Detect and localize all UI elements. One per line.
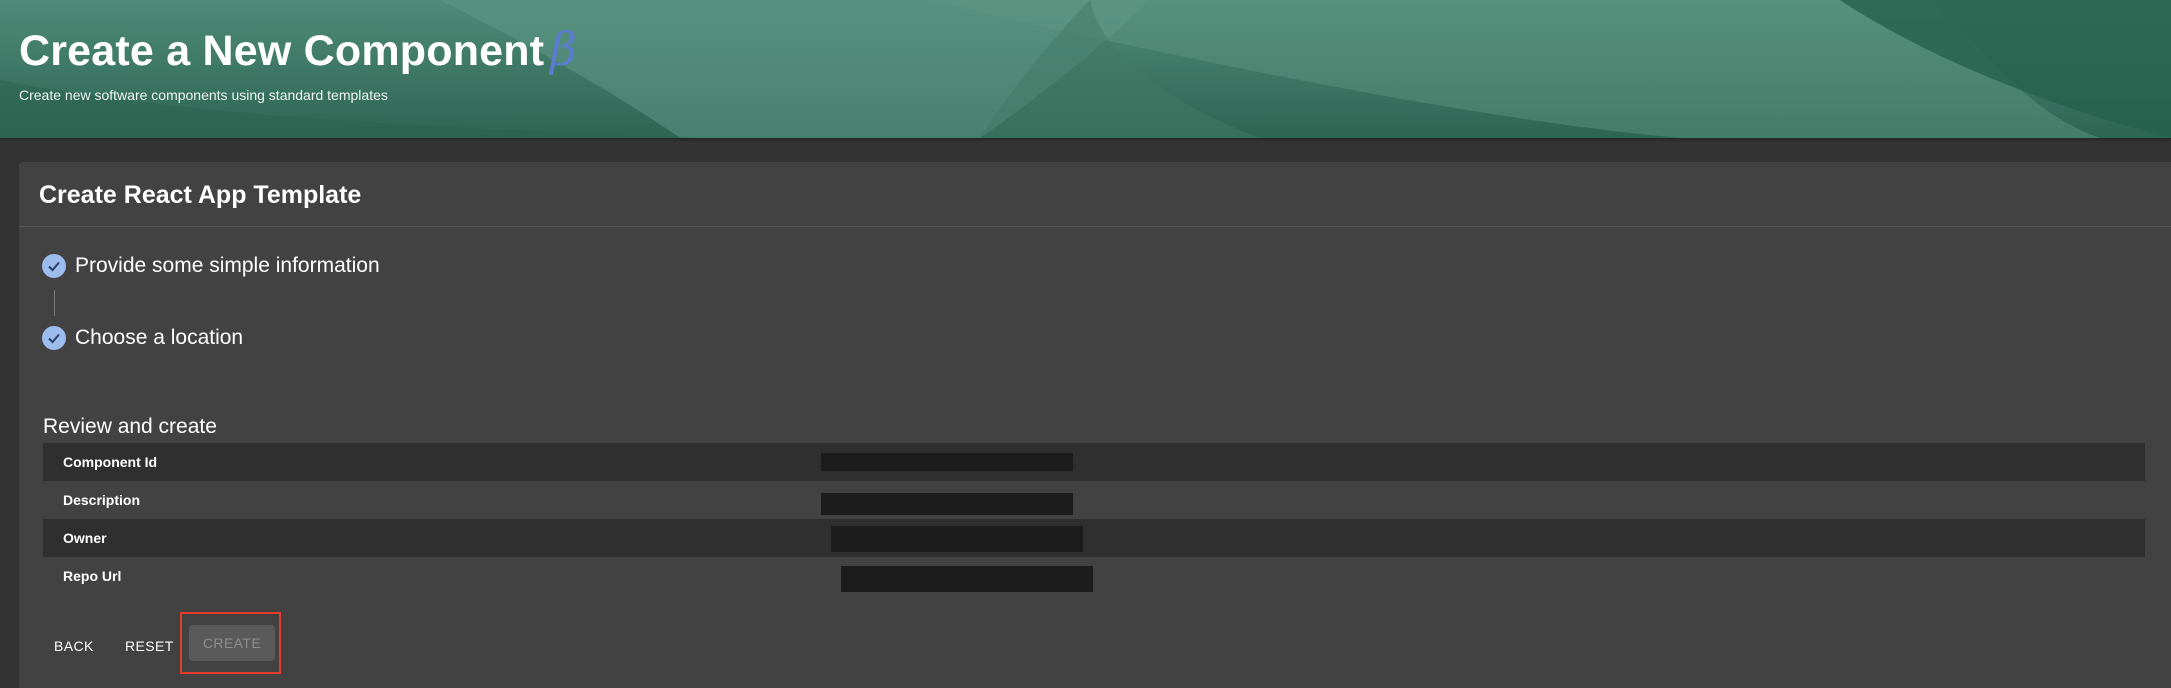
review-table: Component Id Description Owner Repo Url <box>43 443 2145 595</box>
row-value-redacted <box>821 493 1073 515</box>
step-label: Provide some simple information <box>75 254 380 277</box>
check-icon <box>42 326 66 350</box>
create-button[interactable]: CREATE <box>189 625 275 661</box>
step-provide-information[interactable]: Provide some simple information <box>42 253 380 279</box>
table-row: Owner <box>43 519 2145 557</box>
step-choose-location[interactable]: Choose a location <box>42 325 243 351</box>
template-card: Create React App Template Provide some s… <box>19 162 2171 688</box>
step-connector <box>54 290 55 316</box>
table-row: Repo Url <box>43 557 2145 595</box>
card-divider <box>19 226 2171 227</box>
row-label-repo-url: Repo Url <box>63 568 122 584</box>
card-title: Create React App Template <box>39 181 362 209</box>
row-value-redacted <box>831 526 1083 552</box>
check-icon <box>42 254 66 278</box>
create-button-highlight: CREATE <box>180 612 281 674</box>
step-label: Choose a location <box>75 326 244 349</box>
page-title: Create a New Component β <box>19 22 577 76</box>
table-row: Component Id <box>43 443 2145 481</box>
page-subtitle: Create new software components using sta… <box>19 87 388 103</box>
beta-badge: β <box>550 22 578 76</box>
row-label-owner: Owner <box>63 530 107 546</box>
header-shadow <box>0 138 2171 142</box>
review-section-title: Review and create <box>43 415 217 438</box>
row-value-redacted <box>841 566 1093 592</box>
reset-button[interactable]: RESET <box>125 636 185 656</box>
row-label-description: Description <box>63 492 141 508</box>
row-value-redacted <box>821 453 1073 471</box>
table-row: Description <box>43 481 2145 519</box>
back-button[interactable]: BACK <box>54 636 114 656</box>
row-label-component-id: Component Id <box>63 454 158 470</box>
page-header: Create a New Component β Create new softw… <box>0 0 2171 138</box>
page-title-text: Create a New Component <box>19 27 545 75</box>
